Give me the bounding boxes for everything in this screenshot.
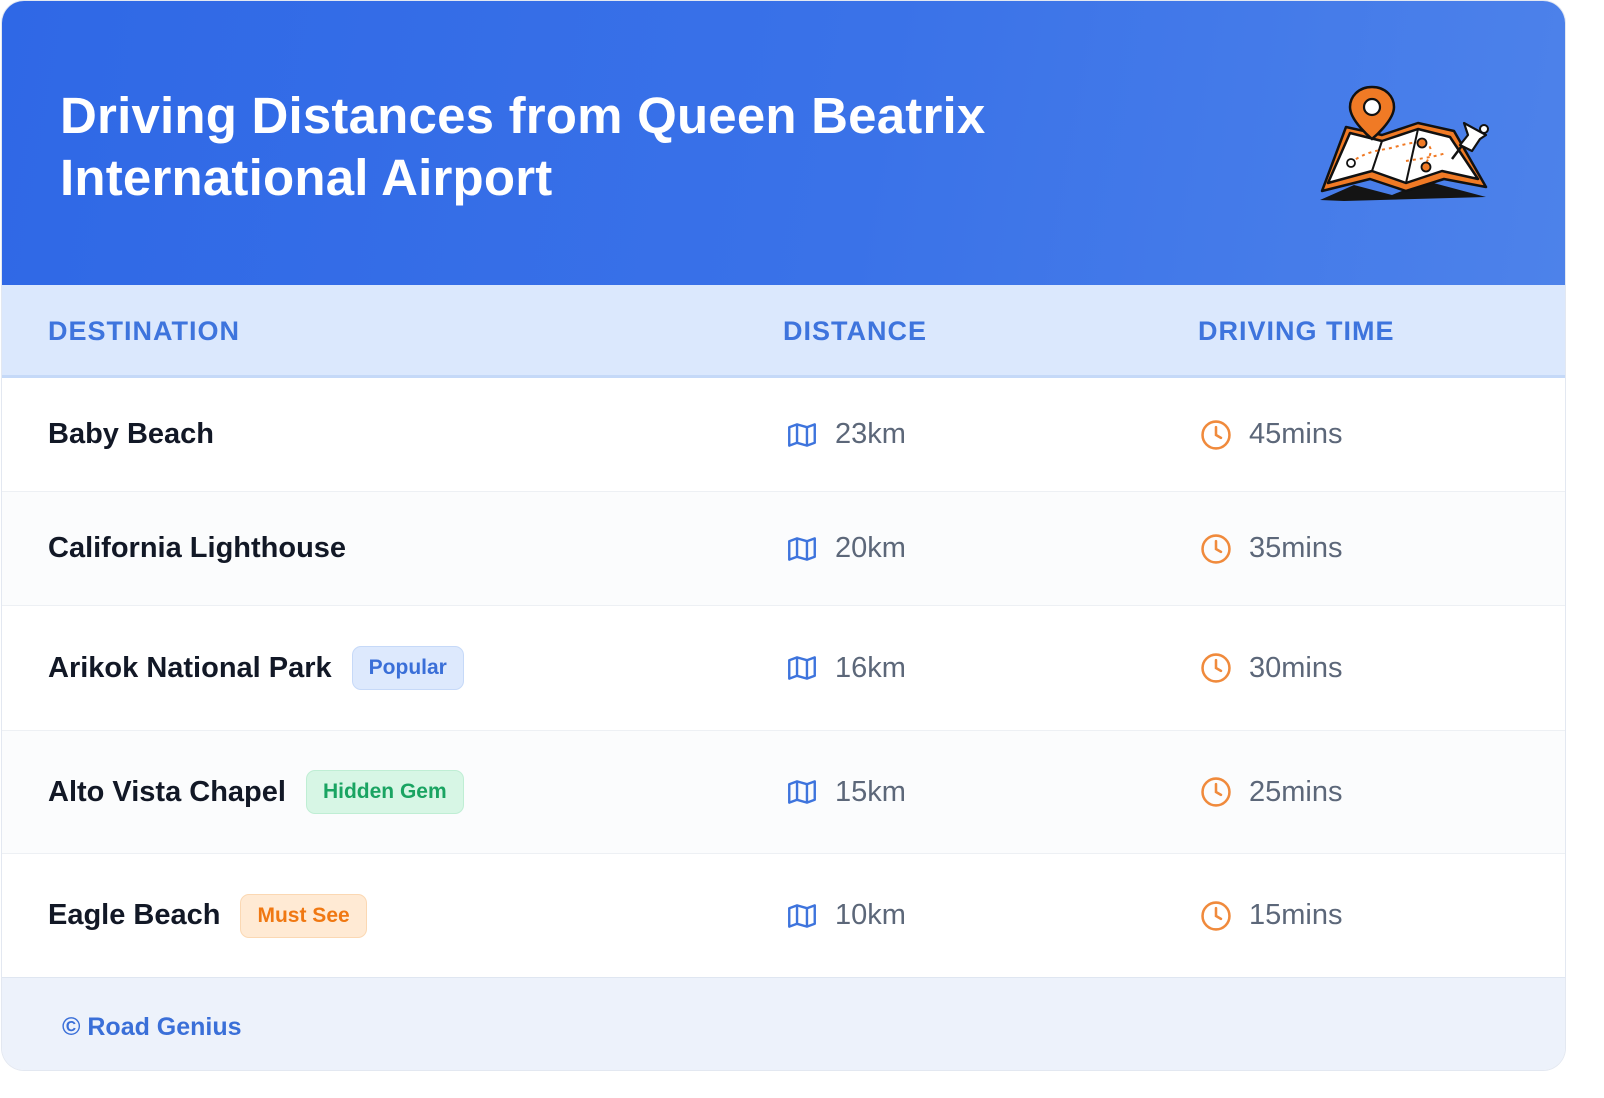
column-header-distance[interactable]: DISTANCE <box>783 315 927 347</box>
driving-time-value: 35mins <box>1249 532 1343 564</box>
distance-cell: 16km <box>785 606 906 730</box>
driving-time-cell: 45mins <box>1199 378 1343 491</box>
map-icon <box>788 422 816 447</box>
driving-time-cell: 15mins <box>1199 854 1343 977</box>
destination-cell: California Lighthouse <box>48 492 346 605</box>
title-line-2: International Airport <box>60 149 553 206</box>
table-row: Baby Beach 23km 45mins <box>2 378 1565 492</box>
must-see-badge: Must See <box>240 893 367 938</box>
distance-value: 20km <box>835 532 906 564</box>
distance-cell: 10km <box>785 854 906 977</box>
destination-cell: Eagle Beach Must See <box>48 854 367 977</box>
map-icon <box>788 780 816 804</box>
driving-time-value: 30mins <box>1249 651 1343 684</box>
map-icon <box>788 903 816 928</box>
column-header-destination[interactable]: DESTINATION <box>48 315 240 347</box>
map-icon <box>788 656 816 680</box>
clock-icon <box>1201 533 1231 564</box>
hidden-gem-badge: Hidden Gem <box>305 770 464 814</box>
destination-cell: Baby Beach <box>48 378 214 491</box>
clock-icon <box>1201 419 1231 450</box>
driving-time-cell: 35mins <box>1199 492 1343 605</box>
destination-name: Eagle Beach <box>48 899 221 931</box>
distance-value: 23km <box>835 418 906 450</box>
driving-time-value: 15mins <box>1249 899 1343 931</box>
card-header: Driving Distances from Queen Beatrix Int… <box>2 1 1565 285</box>
destination-name: Arikok National Park <box>48 651 332 684</box>
title-line-1: Driving Distances from Queen Beatrix <box>60 87 986 144</box>
table-header: DESTINATION DISTANCE DRIVING TIME <box>2 285 1565 378</box>
destination-name: Alto Vista Chapel <box>48 775 286 808</box>
destination-name: California Lighthouse <box>48 532 347 564</box>
destination-cell: Alto Vista Chapel Hidden Gem <box>48 731 464 853</box>
clock-icon <box>1201 653 1231 683</box>
footer-credit[interactable]: © Road Genius <box>62 1012 242 1042</box>
distance-card: Driving Distances from Queen Beatrix Int… <box>2 1 1565 1070</box>
table-row: Eagle Beach Must See 10km 15mins <box>2 854 1565 977</box>
distance-value: 15km <box>835 775 906 808</box>
popular-badge: Popular <box>351 646 464 690</box>
column-header-driving-time[interactable]: DRIVING TIME <box>1198 315 1395 347</box>
card-footer: © Road Genius <box>2 977 1565 1070</box>
clock-icon <box>1201 900 1231 931</box>
table-row: Arikok National Park Popular 16km 30mins <box>2 606 1565 731</box>
table-row: California Lighthouse 20km 35mins <box>2 492 1565 606</box>
driving-time-value: 25mins <box>1249 775 1343 808</box>
distance-value: 16km <box>835 651 906 684</box>
distance-cell: 15km <box>785 731 906 853</box>
driving-time-value: 45mins <box>1249 418 1343 450</box>
distance-value: 10km <box>835 899 906 931</box>
clock-icon <box>1201 777 1231 807</box>
distance-cell: 23km <box>785 378 906 491</box>
driving-time-cell: 30mins <box>1199 606 1343 730</box>
destination-cell: Arikok National Park Popular <box>48 606 464 730</box>
map-icon <box>788 536 816 561</box>
table-row: Alto Vista Chapel Hidden Gem 15km 25mins <box>2 731 1565 854</box>
distance-cell: 20km <box>785 492 906 605</box>
destination-name: Baby Beach <box>48 418 215 450</box>
driving-time-cell: 25mins <box>1199 731 1343 853</box>
map-with-pins-icon <box>1320 85 1489 201</box>
page-title: Driving Distances from Queen Beatrix Int… <box>60 85 1160 209</box>
